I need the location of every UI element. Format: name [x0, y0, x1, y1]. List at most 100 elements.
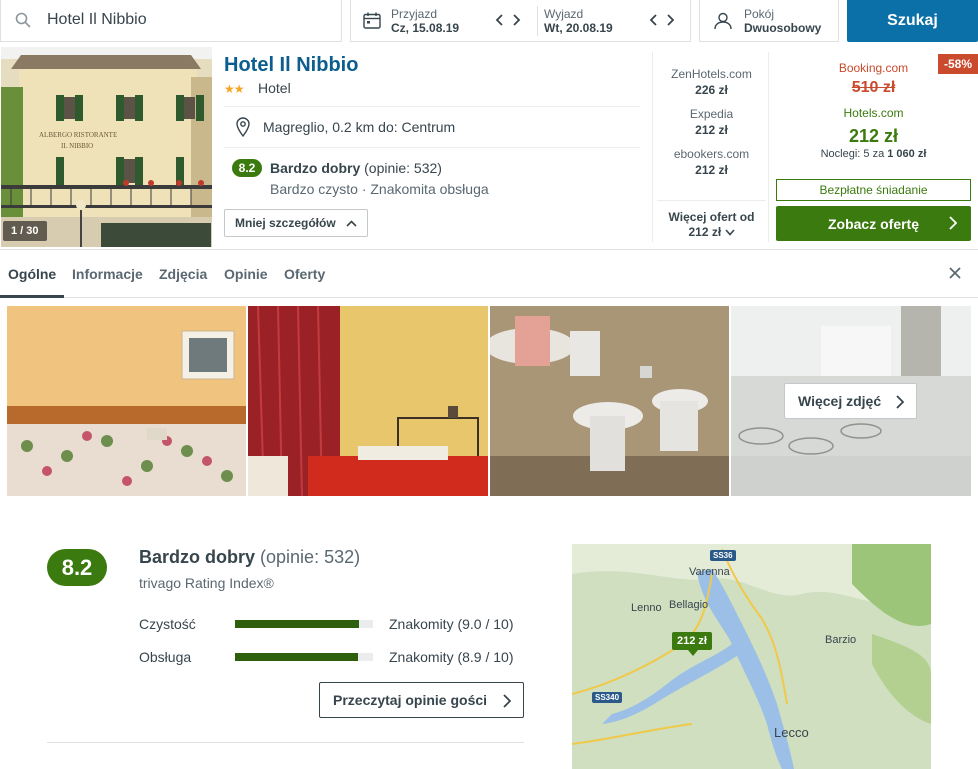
divider	[224, 147, 640, 148]
detail-tabs: Ogólne Informacje Zdjęcia Opinie Oferty	[0, 252, 978, 298]
criterion-label: Czystość	[139, 616, 196, 632]
more-photos-label: Więcej zdjęć	[798, 393, 882, 409]
reference-provider: Booking.com	[838, 61, 909, 75]
nights-total: Noclegi: 5 za 1 060 zł	[776, 148, 971, 160]
search-button[interactable]: Szukaj	[847, 0, 978, 42]
deal-provider[interactable]: Hotels.com	[776, 106, 971, 120]
rating-highlights: Bardzo czysto · Znakomita obsługa	[270, 181, 489, 197]
rating-word: Bardzo dobry	[270, 160, 361, 176]
partner-offer[interactable]: ebookers.com 212 zł	[653, 147, 770, 177]
view-deal-label: Zobacz ofertę	[827, 215, 919, 232]
person-icon	[713, 12, 733, 35]
criterion-bar	[235, 653, 373, 661]
reference-price: 510 zł	[851, 79, 896, 96]
read-reviews-label: Przeczytaj opinie gości	[333, 692, 488, 708]
search-input[interactable]: Hotel Il Nibbio	[47, 11, 147, 29]
chevron-down-icon	[724, 225, 735, 239]
partner-name: ZenHotels.com	[671, 67, 752, 81]
tab-general[interactable]: Ogólne	[8, 266, 56, 282]
overall-rating: Bardzo dobry (opinie: 532)	[139, 547, 360, 568]
criterion-label: Obsługa	[139, 649, 192, 665]
less-details-label: Mniej szczegółów	[235, 216, 336, 230]
partner-offer[interactable]: Expedia 212 zł	[653, 107, 770, 137]
tab-info[interactable]: Informacje	[72, 266, 143, 282]
partner-offers: ZenHotels.com 226 zł Expedia 212 zł eboo…	[652, 52, 769, 242]
gallery-photo[interactable]	[7, 306, 246, 496]
score-badge: 8.2	[232, 159, 262, 177]
nights-price: 1 060 zł	[887, 148, 927, 160]
location-map[interactable]: SS36 SS340 Varenna Lenno Bellagio Barzio…	[572, 544, 931, 769]
road-label: SS340	[592, 692, 623, 703]
svg-text:ALBERGO RISTORANTE: ALBERGO RISTORANTE	[39, 131, 117, 139]
read-reviews-button[interactable]: Przeczytaj opinie gości	[319, 682, 524, 718]
checkin-next-icon[interactable]	[511, 12, 523, 28]
chevron-right-icon	[896, 395, 905, 412]
more-offers-label: Więcej ofert od	[668, 210, 755, 224]
rating-index-label: trivago Rating Index®	[139, 575, 274, 591]
divider	[224, 106, 640, 107]
criterion-bar	[235, 620, 373, 628]
criterion-value: Znakomity (9.0 / 10)	[389, 616, 514, 632]
tab-offers[interactable]: Oferty	[284, 266, 325, 282]
place-label: Lecco	[774, 725, 809, 740]
checkin-label: Przyjazd	[391, 7, 438, 21]
hotel-name[interactable]: Hotel Il Nibbio	[224, 54, 358, 77]
svg-text:IL NIBBIO: IL NIBBIO	[61, 142, 93, 150]
divider	[47, 742, 524, 743]
view-deal-button[interactable]: Zobacz ofertę	[776, 206, 971, 241]
road-label: SS36	[710, 550, 736, 561]
hotel-photo[interactable]: ALBERGO RISTORANTE IL NIBBIO 1 / 30	[1, 47, 212, 247]
place-label: Barzio	[825, 634, 857, 646]
more-offers-link[interactable]: Więcej ofert od 212 zł	[653, 210, 770, 240]
search-field[interactable]: Hotel Il Nibbio	[0, 0, 342, 42]
criterion-value: Znakomity (8.9 / 10)	[389, 649, 514, 665]
breakfast-badge: Bezpłatne śniadanie	[776, 179, 971, 201]
room-selector[interactable]: Pokój Dwuosobowy	[699, 0, 839, 42]
rating-summary[interactable]: Bardzo dobry (opinie: 532)	[270, 160, 442, 176]
tab-photos[interactable]: Zdjęcia	[159, 266, 207, 282]
partner-price: 212 zł	[695, 123, 728, 137]
checkin-prev-icon[interactable]	[493, 12, 505, 28]
map-price-pin[interactable]: 212 zł	[672, 632, 712, 656]
calendar-icon	[363, 12, 381, 34]
checkout-prev-icon[interactable]	[647, 12, 659, 28]
date-picker[interactable]: Przyjazd Cz, 15.08.19 Wyjazd Wt, 20.08.1…	[350, 0, 691, 42]
more-offers-price: 212 zł	[688, 225, 722, 239]
hotel-card: ALBERGO RISTORANTE IL NIBBIO 1 / 30 Hote…	[0, 44, 978, 250]
place-label: Lenno	[631, 602, 662, 614]
place-label: Bellagio	[669, 599, 709, 611]
date-divider	[537, 6, 538, 36]
tab-reviews[interactable]: Opinie	[224, 266, 268, 282]
star-rating: ★★	[224, 82, 244, 96]
search-icon	[15, 12, 31, 33]
overall-rating-word: Bardzo dobry	[139, 547, 256, 567]
close-icon[interactable]	[949, 266, 961, 284]
nights-label: Noclegi: 5 za	[820, 148, 888, 160]
hotel-location[interactable]: Magreglio, 0.2 km do: Centrum	[263, 119, 455, 135]
hotel-type: Hotel	[258, 80, 291, 96]
less-details-button[interactable]: Mniej szczegółów	[224, 209, 368, 237]
chevron-right-icon	[503, 694, 512, 711]
checkout-value[interactable]: Wt, 20.08.19	[544, 21, 613, 35]
more-photos-button[interactable]: Więcej zdjęć	[784, 383, 917, 419]
review-count: (opinie: 532)	[364, 160, 442, 176]
gallery-photo[interactable]	[490, 306, 729, 496]
gallery-photo[interactable]	[248, 306, 488, 496]
criterion-bar-fill	[235, 620, 360, 628]
overall-review-count: (opinie: 532)	[260, 547, 361, 567]
partner-name: ebookers.com	[673, 147, 750, 161]
partner-price: 212 zł	[695, 163, 728, 177]
best-deal: -58% Booking.com 510 zł Hotels.com 212 z…	[776, 44, 978, 250]
partner-offer[interactable]: ZenHotels.com 226 zł	[653, 67, 770, 97]
partner-price: 226 zł	[695, 83, 728, 97]
checkout-label: Wyjazd	[544, 7, 584, 21]
photo-counter: 1 / 30	[3, 221, 47, 241]
checkout-next-icon[interactable]	[665, 12, 677, 28]
checkin-value[interactable]: Cz, 15.08.19	[391, 21, 459, 35]
criterion-bar-fill	[235, 653, 358, 661]
partner-name: Expedia	[689, 107, 734, 121]
active-tab-indicator	[0, 295, 64, 298]
deal-price[interactable]: 212 zł	[776, 126, 971, 147]
location-pin-icon	[236, 117, 250, 142]
room-value[interactable]: Dwuosobowy	[744, 21, 821, 35]
